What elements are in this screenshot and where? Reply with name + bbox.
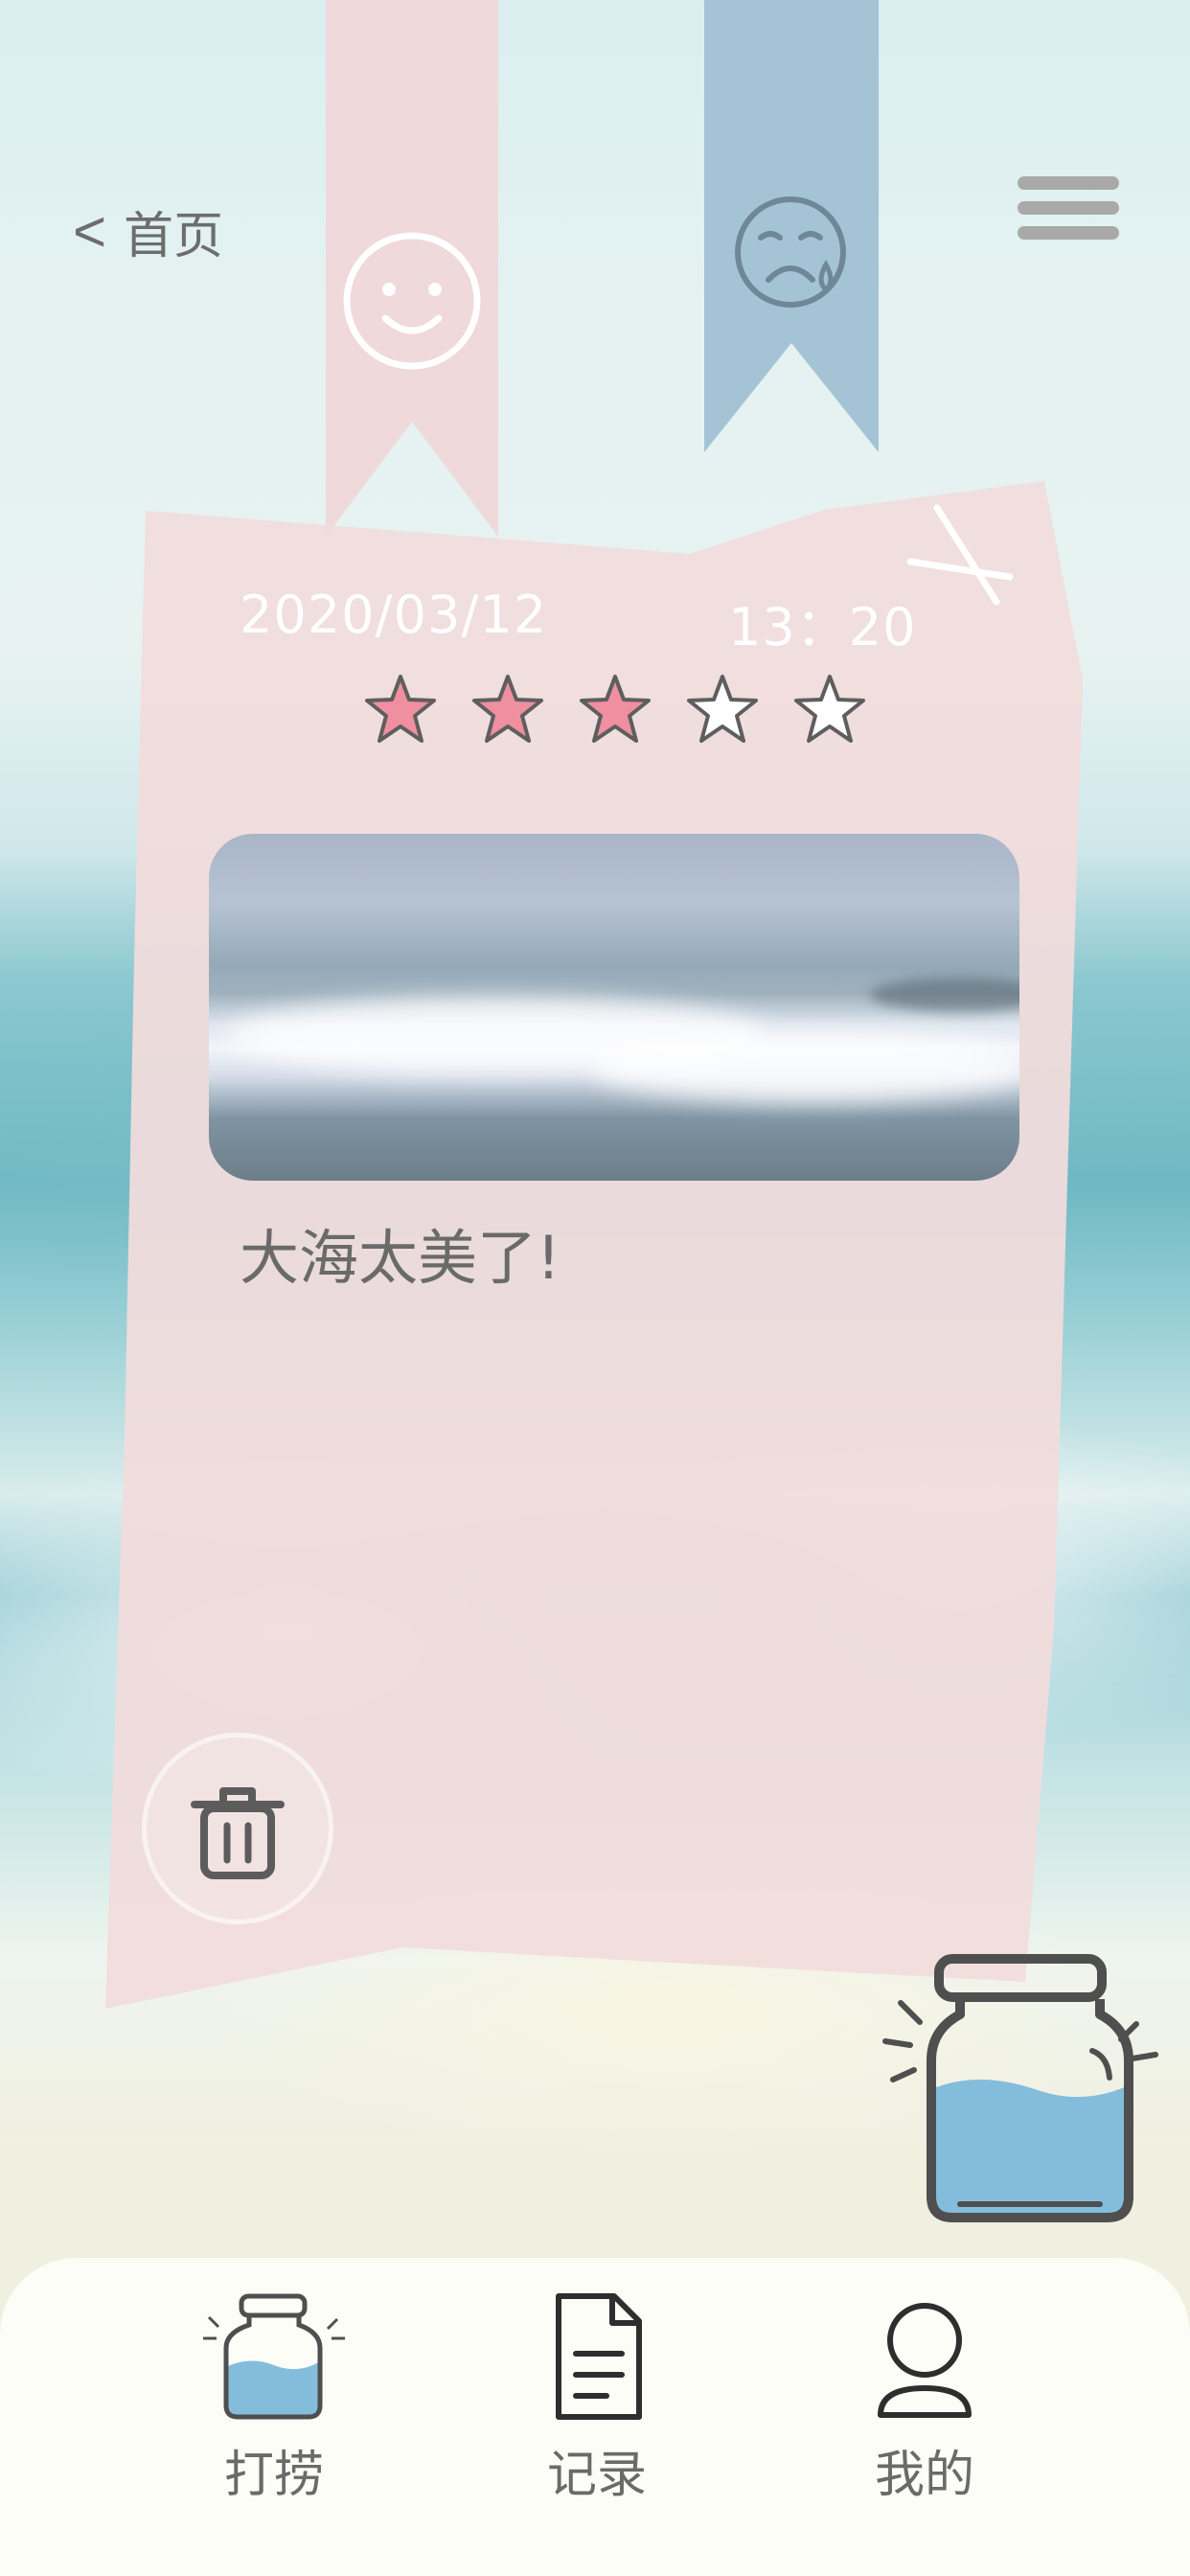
- star-filled-icon[interactable]: [579, 673, 652, 746]
- delete-button[interactable]: [142, 1733, 333, 1924]
- tab-mine-label: 我的: [874, 2447, 974, 2504]
- back-button[interactable]: < 首页: [73, 197, 224, 265]
- note-text: 大海太美了!: [240, 1223, 561, 1293]
- chevron-left-icon: <: [73, 198, 107, 264]
- hamburger-menu-icon[interactable]: [1018, 176, 1119, 247]
- tab-records[interactable]: 记录: [482, 2258, 712, 2507]
- star-empty-icon[interactable]: [686, 673, 759, 746]
- sea-photo[interactable]: [209, 834, 1019, 1181]
- tab-salvage[interactable]: 打捞: [159, 2258, 389, 2507]
- jar-icon: [203, 2293, 345, 2420]
- user-icon: [878, 2303, 972, 2418]
- document-icon: [556, 2293, 642, 2420]
- star-filled-icon[interactable]: [364, 673, 437, 746]
- note-time: 13：20: [728, 597, 917, 657]
- jar-icon[interactable]: [881, 1945, 1161, 2233]
- tab-records-label: 记录: [546, 2447, 647, 2504]
- star-filled-icon[interactable]: [471, 673, 544, 746]
- star-empty-icon[interactable]: [793, 673, 866, 746]
- tab-bar: 打捞 记录 我的: [0, 2258, 1190, 2576]
- crying-face-icon: [735, 196, 846, 308]
- trash-icon: [191, 1787, 285, 1879]
- close-icon[interactable]: [901, 498, 1019, 617]
- tab-mine[interactable]: 我的: [810, 2258, 1040, 2507]
- smile-face-icon: [343, 232, 481, 370]
- back-label: 首页: [124, 207, 224, 265]
- note-date: 2020/03/12: [240, 585, 548, 645]
- star-rating[interactable]: [364, 673, 866, 746]
- tab-salvage-label: 打捞: [223, 2447, 324, 2504]
